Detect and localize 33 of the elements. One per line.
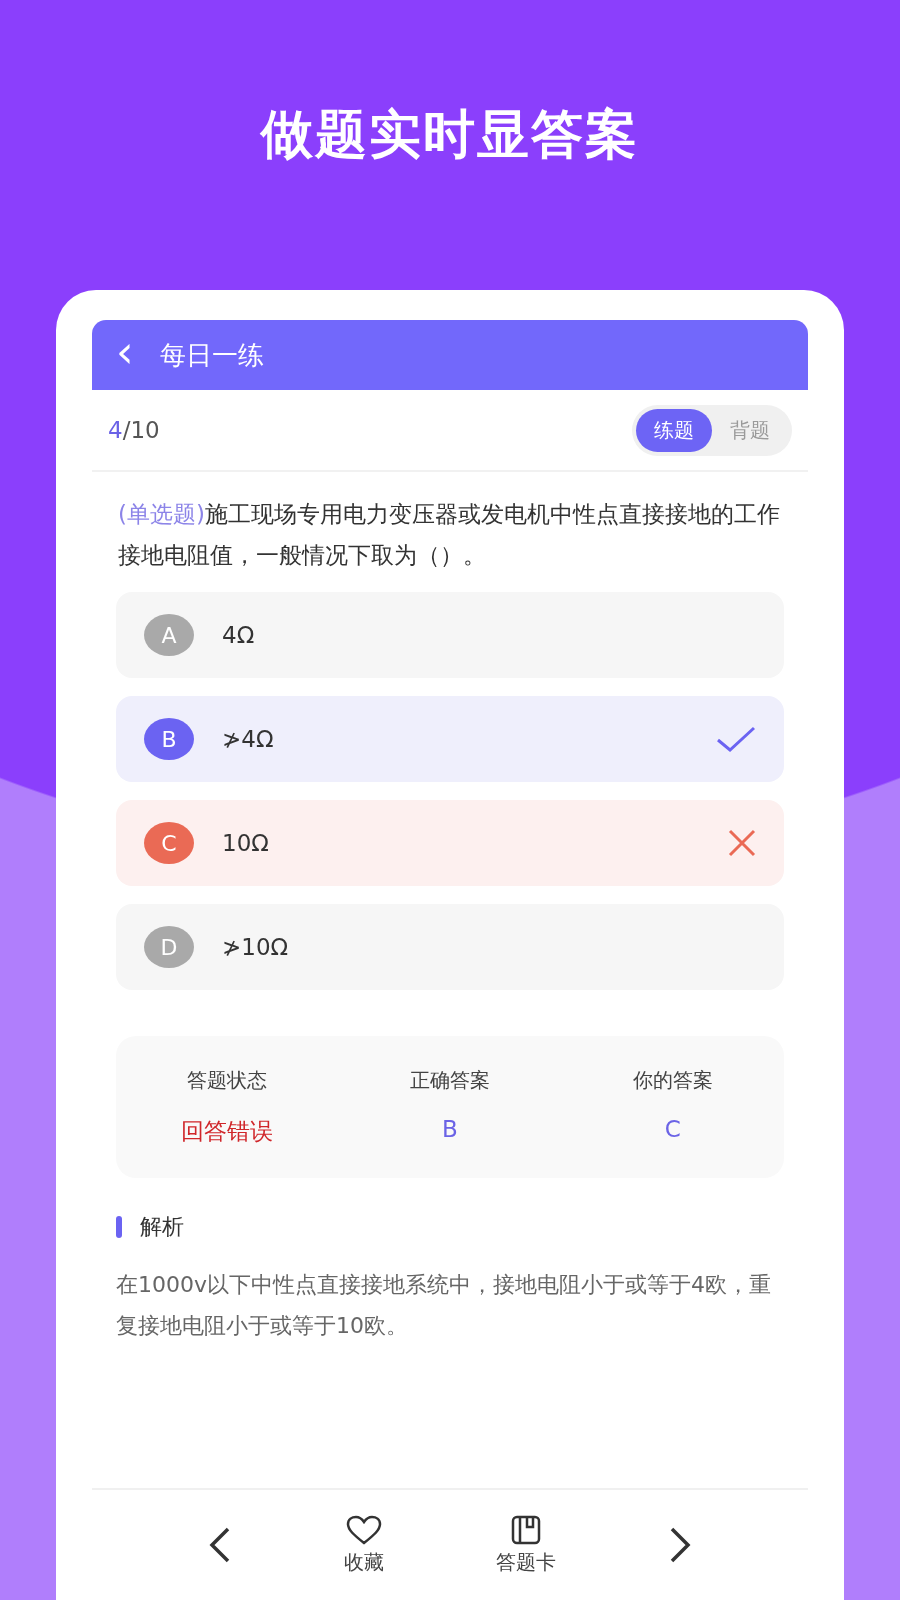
answer-option[interactable]: B ≯4Ω [116, 696, 784, 782]
check-icon [716, 726, 756, 752]
answer-option[interactable]: C 10Ω [116, 800, 784, 886]
screen-title: 每日一练 [159, 338, 264, 372]
mode-tab[interactable]: 练题 [636, 408, 712, 452]
analysis-text: 在1000v以下中性点直接接地系统中，接地电阻小于或等于4欧，重复接地电阻小于或等于10欧。 [116, 1271, 772, 1340]
option-text: ≯4Ω [222, 726, 275, 752]
option-text: ≯10Ω [222, 934, 290, 960]
result-label: 正确答案 [410, 1067, 490, 1094]
favorite-button[interactable]: 收藏 [344, 1514, 384, 1576]
answer-option[interactable]: D ≯10Ω [116, 904, 784, 990]
back-button[interactable]: ‹ [116, 330, 134, 374]
option-letter: A [144, 614, 194, 656]
result-value: 回答错误 [181, 1117, 274, 1146]
option-letter: D [144, 926, 194, 968]
headline: 做题实时显答案 [261, 103, 639, 166]
result-label: 答题状态 [187, 1067, 268, 1094]
option-text: 4Ω [222, 622, 256, 648]
option-letter: B [144, 718, 194, 760]
analysis-title: 解析 [140, 1213, 184, 1241]
section-marker [116, 1216, 122, 1238]
answer-card-button[interactable]: 答题卡 [496, 1514, 556, 1576]
cross-icon [728, 829, 756, 857]
result-label: 你的答案 [632, 1067, 713, 1094]
answer-option[interactable]: A 4Ω [116, 592, 784, 678]
answer-card-icon [511, 1514, 541, 1545]
heart-icon [346, 1514, 382, 1545]
result-value: C [664, 1116, 681, 1144]
option-letter: C [144, 822, 194, 864]
question-text: (单选题)施工现场专用电力变压器或发电机中性点直接接地的工作接地电阻值，一般情况下取为（）。 [118, 500, 781, 570]
option-text: 10Ω [222, 830, 270, 856]
result-value: B [442, 1116, 458, 1144]
progress-counter: 4/10 [108, 417, 160, 443]
